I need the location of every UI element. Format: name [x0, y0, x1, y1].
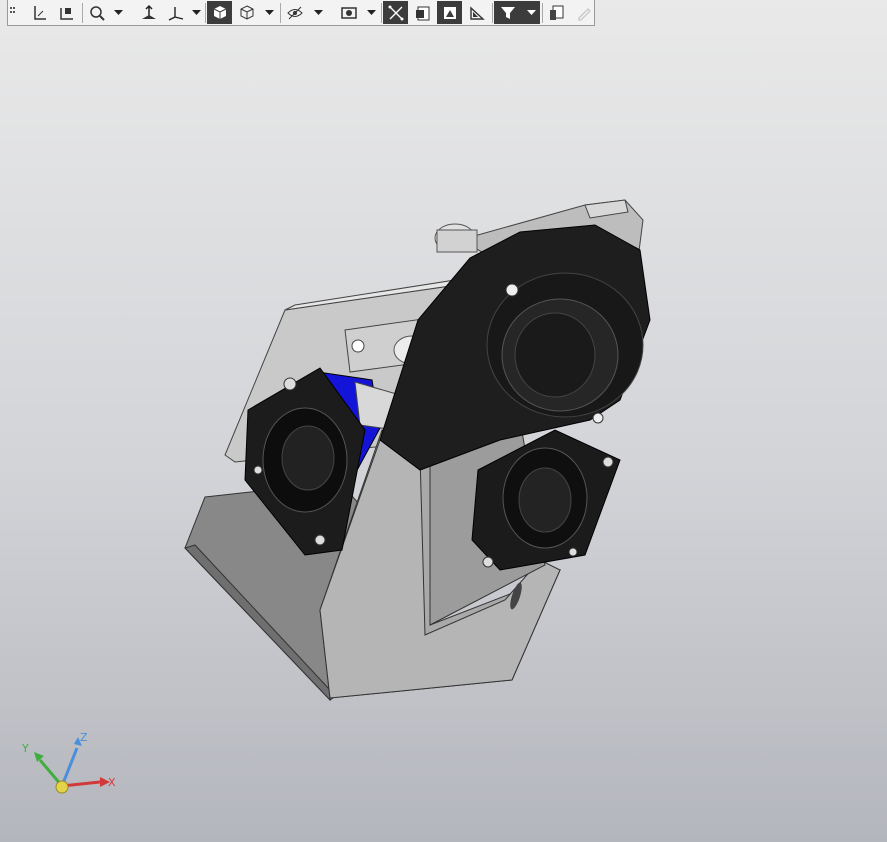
sketch-plane-icon: [33, 5, 46, 20]
wireframe-mode-button[interactable]: [234, 1, 259, 24]
view-toolbar: [7, 0, 595, 26]
axis-triad: X Y Z: [21, 731, 116, 794]
filter-icon: [501, 6, 515, 19]
zoom-dropdown[interactable]: [111, 1, 125, 24]
y-axis-label: Y: [21, 742, 29, 755]
render-settings-button[interactable]: [464, 1, 489, 24]
layers-button[interactable]: [410, 1, 435, 24]
hide-dropdown[interactable]: [311, 1, 325, 24]
pencil-disabled-icon: [577, 7, 591, 21]
show-objects-button[interactable]: [437, 1, 462, 24]
perspective-button[interactable]: [383, 1, 408, 24]
orientation-dropdown[interactable]: [189, 1, 203, 24]
show-objects-icon: [443, 6, 456, 19]
hide-eye-icon: [286, 6, 303, 19]
perspective-icon: [388, 5, 403, 20]
normal-to-icon: [141, 4, 156, 19]
render-settings-icon: [469, 5, 485, 20]
orientation-button[interactable]: [163, 1, 188, 24]
dropdown-arrow-icon: [526, 9, 536, 15]
toolbar-grip-icon[interactable]: [10, 3, 16, 23]
properties-icon: [549, 5, 563, 20]
normal-to-button[interactable]: [136, 1, 161, 24]
filter-dropdown[interactable]: [522, 1, 540, 24]
properties-button[interactable]: [544, 1, 569, 24]
x-axis-label: X: [108, 776, 116, 789]
dropdown-arrow-icon: [313, 9, 323, 15]
zoom-window-icon: [89, 5, 105, 21]
display-dropdown[interactable]: [262, 1, 276, 24]
pencil-button: [571, 1, 596, 24]
sketch-plane-button[interactable]: [27, 1, 52, 24]
section-view-icon: [59, 7, 73, 20]
shaded-mode-button[interactable]: [207, 1, 232, 24]
filter-button[interactable]: [494, 1, 522, 24]
display-mode-icon: [340, 6, 357, 19]
display-mode-button[interactable]: [336, 1, 361, 24]
hide-button[interactable]: [282, 1, 307, 24]
dropdown-arrow-icon: [113, 9, 123, 15]
zoom-window-button[interactable]: [84, 1, 109, 24]
display-mode-dropdown[interactable]: [364, 1, 378, 24]
dropdown-arrow-icon: [366, 9, 376, 15]
dropdown-arrow-icon: [264, 9, 274, 15]
dropdown-arrow-icon: [191, 9, 201, 15]
shaded-cube-icon: [213, 5, 226, 19]
orientation-axes-icon: [168, 6, 183, 21]
z-axis-label: Z: [80, 731, 88, 744]
cad-model[interactable]: [184, 199, 651, 702]
section-view-button[interactable]: [54, 1, 79, 24]
wireframe-cube-icon: [240, 4, 253, 20]
3d-viewport[interactable]: X Y Z: [0, 26, 887, 842]
layers-icon: [415, 6, 429, 20]
